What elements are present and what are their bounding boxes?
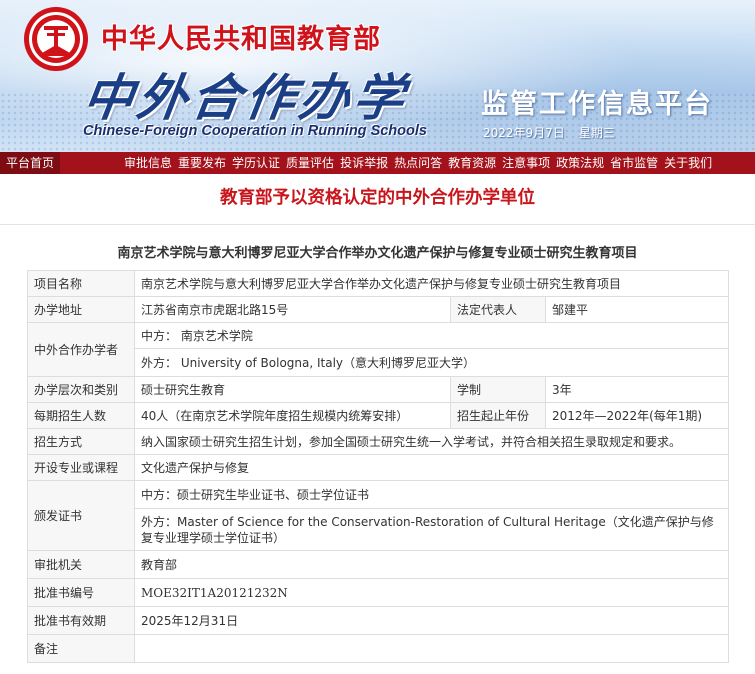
enrollment-label: 每期招生人数 bbox=[27, 402, 135, 429]
level-label: 办学层次和类别 bbox=[27, 376, 135, 403]
nav-item-policies[interactable]: 政策法规 bbox=[556, 152, 604, 174]
table-row: 批准书有效期 2025年12月31日 bbox=[27, 606, 730, 635]
table-row: 中外合作办学者 中方： 南京艺术学院 bbox=[27, 322, 730, 377]
platform-title: 监管工作信息平台 bbox=[481, 89, 713, 120]
brand-title-cn: 中外合作办学 bbox=[79, 68, 412, 127]
cert-label: 颁发证书 bbox=[27, 480, 135, 551]
ministry-emblem-icon bbox=[24, 7, 88, 71]
remarks-value bbox=[133, 634, 730, 663]
partner-cn-value: 中方： 南京艺术学院 bbox=[133, 322, 730, 349]
validity-label: 批准书有效期 bbox=[27, 606, 135, 635]
current-weekday: 星期三 bbox=[578, 126, 615, 140]
date-display: 2022年9月7日 星期三 bbox=[483, 124, 629, 141]
site-header: 中华人民共和国教育部 中外合作办学 Chinese-Foreign Cooper… bbox=[0, 0, 755, 152]
title-divider bbox=[0, 224, 755, 225]
authority-value: 教育部 bbox=[133, 550, 730, 579]
partner-foreign-value: 外方： University of Bologna, Italy（意大利博罗尼亚… bbox=[133, 348, 730, 377]
period-value: 2012年—2022年(每年1期) bbox=[544, 402, 730, 429]
nav-item-notices[interactable]: 注意事项 bbox=[502, 152, 550, 174]
table-row: 开设专业或课程 文化遗产保护与修复 bbox=[27, 454, 730, 481]
period-label: 招生起止年份 bbox=[450, 402, 546, 429]
approval-no-value: MOE32IT1A20121232N bbox=[133, 578, 730, 607]
table-row: 备注 bbox=[27, 634, 730, 663]
ministry-name: 中华人民共和国教育部 bbox=[101, 24, 381, 55]
address-label: 办学地址 bbox=[27, 296, 135, 323]
address-value: 江苏省南京市虎踞北路15号 bbox=[134, 296, 451, 323]
partners-label: 中外合作办学者 bbox=[27, 322, 135, 377]
enrollment-value: 40人（在南京艺术学院年度招生规模内统筹安排） bbox=[134, 402, 451, 429]
legal-rep-label: 法定代表人 bbox=[450, 296, 546, 323]
table-row: 每期招生人数 40人（在南京艺术学院年度招生规模内统筹安排） 招生起止年份 20… bbox=[27, 402, 730, 429]
nav-item-faq[interactable]: 热点问答 bbox=[394, 152, 442, 174]
nav-item-degree-certification[interactable]: 学历认证 bbox=[232, 152, 280, 174]
main-nav: 平台首页 审批信息 重要发布 学历认证 质量评估 投诉举报 热点问答 教育资源 … bbox=[0, 152, 755, 174]
page-title: 教育部予以资格认定的中外合作办学单位 bbox=[220, 188, 535, 208]
table-row: 批准书编号 MOE32IT1A20121232N bbox=[27, 578, 730, 607]
nav-home-link[interactable]: 平台首页 bbox=[0, 152, 60, 174]
current-date: 2022年9月7日 bbox=[483, 126, 565, 140]
nav-item-quality-assessment[interactable]: 质量评估 bbox=[286, 152, 334, 174]
table-row: 办学地址 江苏省南京市虎踞北路15号 法定代表人 邹建平 bbox=[27, 296, 730, 323]
remarks-label: 备注 bbox=[27, 634, 135, 663]
duration-label: 学制 bbox=[450, 376, 546, 403]
nav-item-about[interactable]: 关于我们 bbox=[664, 152, 712, 174]
cert-cn-value: 中方：硕士研究生毕业证书、硕士学位证书 bbox=[133, 480, 730, 509]
legal-rep-value: 邹建平 bbox=[544, 296, 730, 323]
major-value: 文化遗产保护与修复 bbox=[133, 454, 730, 481]
nav-item-provincial-supervision[interactable]: 省市监管 bbox=[610, 152, 658, 174]
duration-value: 3年 bbox=[544, 376, 730, 403]
project-title: 南京艺术学院与意大利博罗尼亚大学合作举办文化遗产保护与修复专业硕士研究生教育项目 bbox=[117, 246, 638, 261]
major-label: 开设专业或课程 bbox=[27, 454, 135, 481]
nav-item-announcements[interactable]: 重要发布 bbox=[178, 152, 226, 174]
table-row: 颁发证书 中方：硕士研究生毕业证书、硕士学位证书 bbox=[27, 480, 730, 551]
nav-item-resources[interactable]: 教育资源 bbox=[448, 152, 496, 174]
cert-foreign-value: 外方：Master of Science for the Conservatio… bbox=[133, 508, 730, 551]
project-info-table: 项目名称 南京艺术学院与意大利博罗尼亚大学合作举办文化遗产保护与修复专业硕士研究… bbox=[27, 270, 730, 663]
brand-title-en: Chinese-Foreign Cooperation in Running S… bbox=[83, 123, 427, 139]
table-row: 审批机关 教育部 bbox=[27, 550, 730, 579]
approval-no-label: 批准书编号 bbox=[27, 578, 135, 607]
table-row: 办学层次和类别 硕士研究生教育 学制 3年 bbox=[27, 376, 730, 403]
table-row: 项目名称 南京艺术学院与意大利博罗尼亚大学合作举办文化遗产保护与修复专业硕士研究… bbox=[27, 270, 730, 297]
project-name-label: 项目名称 bbox=[27, 270, 135, 297]
admission-value: 纳入国家硕士研究生招生计划，参加全国硕士研究生统一入学考试，并符合相关招生录取规… bbox=[133, 428, 730, 455]
validity-value: 2025年12月31日 bbox=[133, 606, 730, 635]
project-name-value: 南京艺术学院与意大利博罗尼亚大学合作举办文化遗产保护与修复专业硕士研究生教育项目 bbox=[133, 270, 730, 297]
nav-item-approval-info[interactable]: 审批信息 bbox=[124, 152, 172, 174]
admission-label: 招生方式 bbox=[27, 428, 135, 455]
authority-label: 审批机关 bbox=[27, 550, 135, 579]
table-row: 招生方式 纳入国家硕士研究生招生计划，参加全国硕士研究生统一入学考试，并符合相关… bbox=[27, 428, 730, 455]
nav-item-complaints[interactable]: 投诉举报 bbox=[340, 152, 388, 174]
level-value: 硕士研究生教育 bbox=[134, 376, 451, 403]
nav-menu: 审批信息 重要发布 学历认证 质量评估 投诉举报 热点问答 教育资源 注意事项 … bbox=[124, 152, 718, 174]
